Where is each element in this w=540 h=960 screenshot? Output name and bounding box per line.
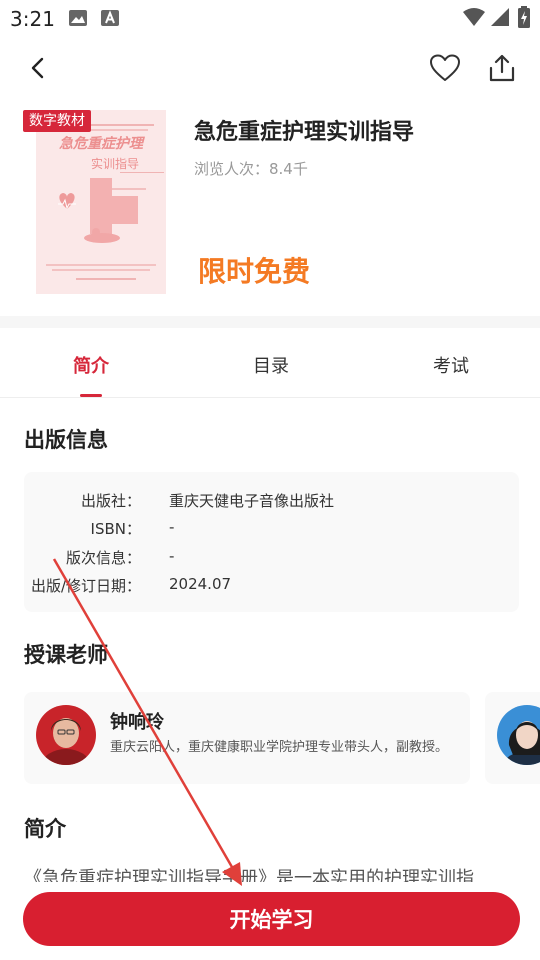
avatar [497, 705, 540, 765]
book-title: 急危重症护理实训指导 [194, 120, 415, 145]
info-row-edition: 版次信息： - [24, 547, 519, 571]
top-nav [0, 40, 540, 96]
share-button[interactable] [482, 48, 522, 88]
info-value: 重庆天健电子音像出版社 [169, 492, 335, 510]
publish-info-heading: 出版信息 [24, 428, 108, 452]
share-icon [489, 54, 515, 82]
info-row-date: 出版/修订日期： 2024.07 [24, 575, 519, 599]
teachers-heading: 授课老师 [24, 643, 108, 667]
signal-icon [490, 7, 510, 31]
tab-catalog[interactable]: 目录 [231, 352, 311, 378]
active-tab-indicator [80, 394, 102, 397]
info-label: 出版/修订日期： [30, 577, 141, 595]
chevron-left-icon [31, 57, 44, 79]
view-count: 浏览人次：8.4千 [194, 160, 308, 178]
book-header: 急危重症护理 实训指导 数字教材 急危重症护理实训指导 浏览人次：8.4千 限时… [0, 100, 540, 315]
tab-intro[interactable]: 简介 [51, 352, 131, 378]
cover-illustration: 急危重症护理 实训指导 [36, 110, 166, 294]
start-learning-button[interactable]: 开始学习 [23, 892, 520, 946]
free-label: 限时免费 [198, 255, 311, 288]
battery-icon [518, 6, 530, 32]
intro-heading: 简介 [24, 817, 66, 841]
teacher-card[interactable] [485, 692, 540, 784]
info-value: 2024.07 [169, 575, 232, 593]
info-row-isbn: ISBN： - [24, 518, 519, 542]
status-bar: 3:21 [0, 0, 540, 36]
info-value: - [169, 547, 175, 565]
back-button[interactable] [18, 48, 58, 88]
teacher-card[interactable]: 钟响玲 重庆云阳人，重庆健康职业学院护理专业带头人，副教授。 [24, 692, 470, 784]
tab-exam[interactable]: 考试 [411, 352, 491, 378]
info-label: ISBN： [90, 520, 141, 538]
avatar [36, 705, 96, 765]
tab-bar: 简介 目录 考试 [0, 328, 540, 398]
wifi-icon [462, 7, 486, 31]
book-cover[interactable]: 急危重症护理 实训指导 [36, 110, 166, 294]
info-row-publisher: 出版社： 重庆天健电子音像出版社 [24, 490, 519, 514]
image-notification-icon [68, 9, 88, 31]
section-divider [0, 316, 540, 328]
publish-info-card: 出版社： 重庆天健电子音像出版社 ISBN： - 版次信息： - 出版/修订日期… [24, 472, 519, 612]
favorite-button[interactable] [425, 48, 465, 88]
bottom-bar: 开始学习 [0, 882, 540, 960]
info-label: 版次信息： [65, 549, 141, 567]
cover-subtitle: 实训指导 [91, 156, 139, 171]
teacher-description: 重庆云阳人，重庆健康职业学院护理专业带头人，副教授。 [110, 740, 449, 755]
digital-textbook-badge: 数字教材 [23, 110, 91, 132]
info-value: - [169, 518, 175, 536]
app-notification-icon [100, 9, 120, 31]
cover-title: 急危重症护理 [59, 135, 145, 152]
status-time: 3:21 [10, 7, 55, 31]
intro-text: 《急危重症护理实训指导手册》是一本实用的护理实训指 [24, 868, 474, 882]
info-label: 出版社： [80, 492, 141, 510]
teacher-name: 钟响玲 [110, 712, 164, 733]
heart-icon [430, 54, 460, 81]
